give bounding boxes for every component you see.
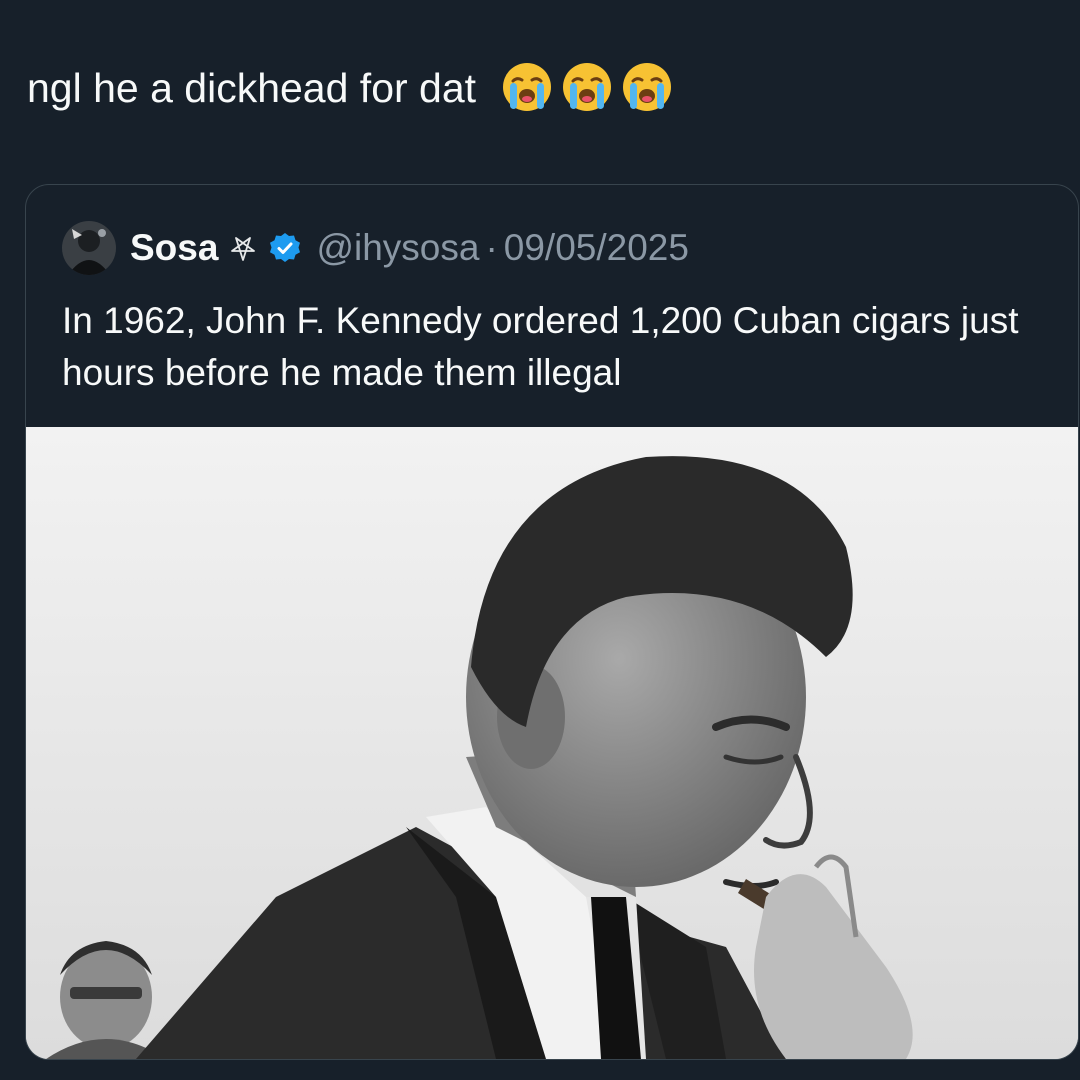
loudly-crying-face-icon (621, 61, 673, 113)
quoted-post-photo[interactable] (26, 427, 1078, 1059)
loudly-crying-face-icon (561, 61, 613, 113)
author-handle[interactable]: @ihysosa (316, 227, 479, 269)
post-date[interactable]: 09/05/2025 (504, 227, 689, 269)
loudly-crying-face-icon (501, 61, 553, 113)
quoted-post-text: In 1962, John F. Kennedy ordered 1,200 C… (62, 300, 1019, 393)
emoji-row (501, 61, 673, 113)
pentagram-icon (228, 233, 258, 263)
post-text: ngl he a dickhead for dat (27, 65, 477, 111)
post-text-line: ngl he a dickhead for dat (27, 62, 673, 117)
quoted-post-header: Sosa @ihysosa · 09/05/2025 (62, 219, 689, 277)
author-name[interactable]: Sosa (130, 227, 218, 269)
separator-dot: · (485, 227, 498, 268)
quoted-post-card[interactable]: Sosa @ihysosa · 09/05/2025 In 1962, John… (25, 184, 1079, 1060)
verified-badge-icon (268, 231, 302, 265)
avatar[interactable] (62, 221, 116, 275)
